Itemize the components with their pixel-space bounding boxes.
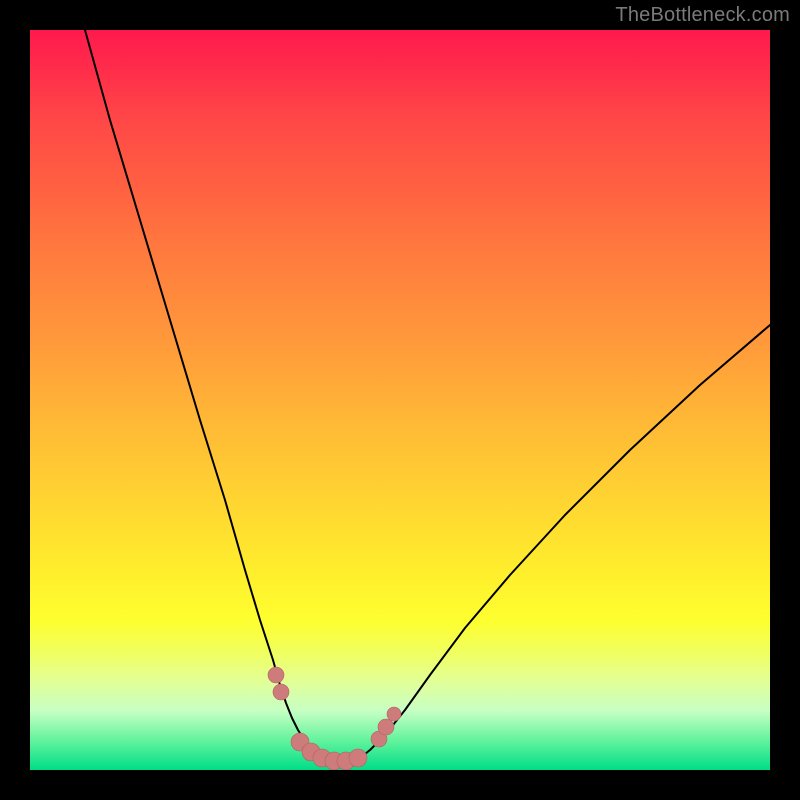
- marker-group: [268, 667, 401, 770]
- data-marker: [268, 667, 284, 683]
- curve-group: [85, 30, 770, 761]
- data-marker: [378, 719, 394, 735]
- plot-area: [30, 30, 770, 770]
- data-marker: [349, 749, 367, 767]
- curve-left-curve: [85, 30, 320, 757]
- data-marker: [273, 684, 289, 700]
- data-marker: [387, 707, 401, 721]
- chart-frame: TheBottleneck.com: [0, 0, 800, 800]
- watermark-text: TheBottleneck.com: [615, 4, 790, 27]
- chart-svg: [30, 30, 770, 770]
- curve-right-curve: [360, 325, 770, 758]
